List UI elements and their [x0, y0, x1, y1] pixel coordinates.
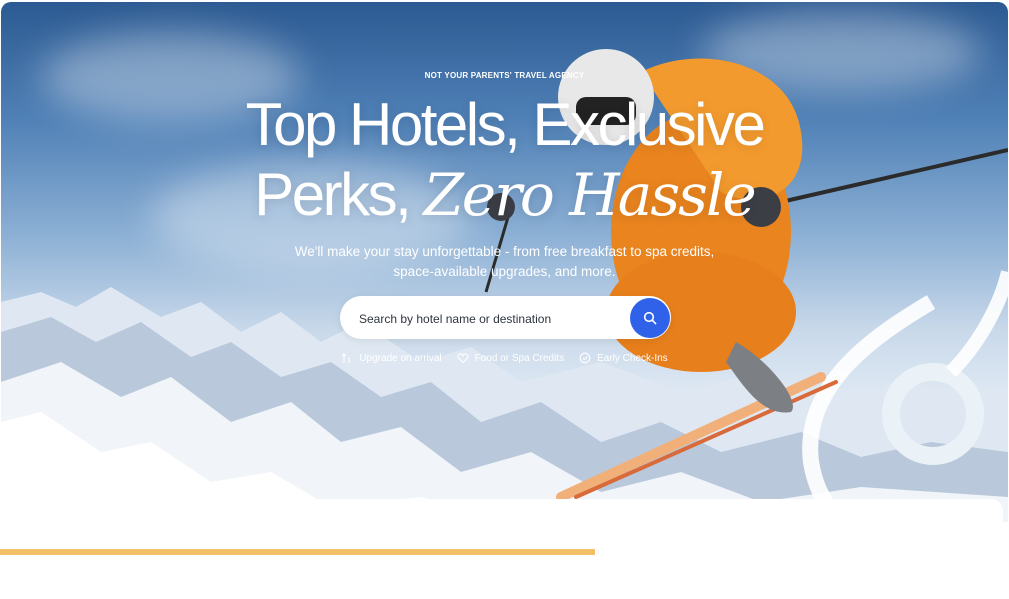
hero-banner: NOT YOUR PARENTS' TRAVEL AGENCY Top Hote… [1, 2, 1008, 532]
headline-line-2: Perks, Zero Hassle [1, 160, 1008, 230]
headline-line-1: Top Hotels, Exclusive [245, 91, 766, 158]
clock-check-icon [579, 352, 591, 364]
subtitle-line-2: space-available upgrades, and more. [393, 264, 616, 279]
heart-tag-icon [457, 353, 469, 364]
perk-item-credits: Food or Spa Credits [457, 352, 565, 364]
search-button[interactable] [630, 298, 670, 338]
search-bar [340, 296, 671, 339]
perks-list: Upgrade on arrival Food or Spa Credits E… [1, 352, 1008, 364]
headline-accent: Zero Hassle [423, 161, 756, 229]
perk-label: Food or Spa Credits [474, 352, 565, 364]
perk-item-checkin: Early Check-Ins [579, 352, 668, 364]
perk-label: Early Check-Ins [597, 352, 668, 364]
hero-eyebrow: NOT YOUR PARENTS' TRAVEL AGENCY [424, 71, 585, 80]
perk-item-upgrade: Upgrade on arrival [341, 352, 442, 364]
perk-label: Upgrade on arrival [359, 352, 442, 364]
headline-plain: Perks, [254, 161, 424, 228]
page-progress-bar [0, 549, 596, 555]
subtitle-line-1: We'll make your stay unforgettable - fro… [294, 244, 715, 259]
hero-subtitle: We'll make your stay unforgettable - fro… [1, 242, 1008, 282]
search-input[interactable] [357, 308, 621, 330]
search-icon [643, 311, 657, 325]
arrow-up-icon [341, 353, 350, 363]
hero-headline: Top Hotels, Exclusive Perks, Zero Hassle [1, 90, 1008, 230]
